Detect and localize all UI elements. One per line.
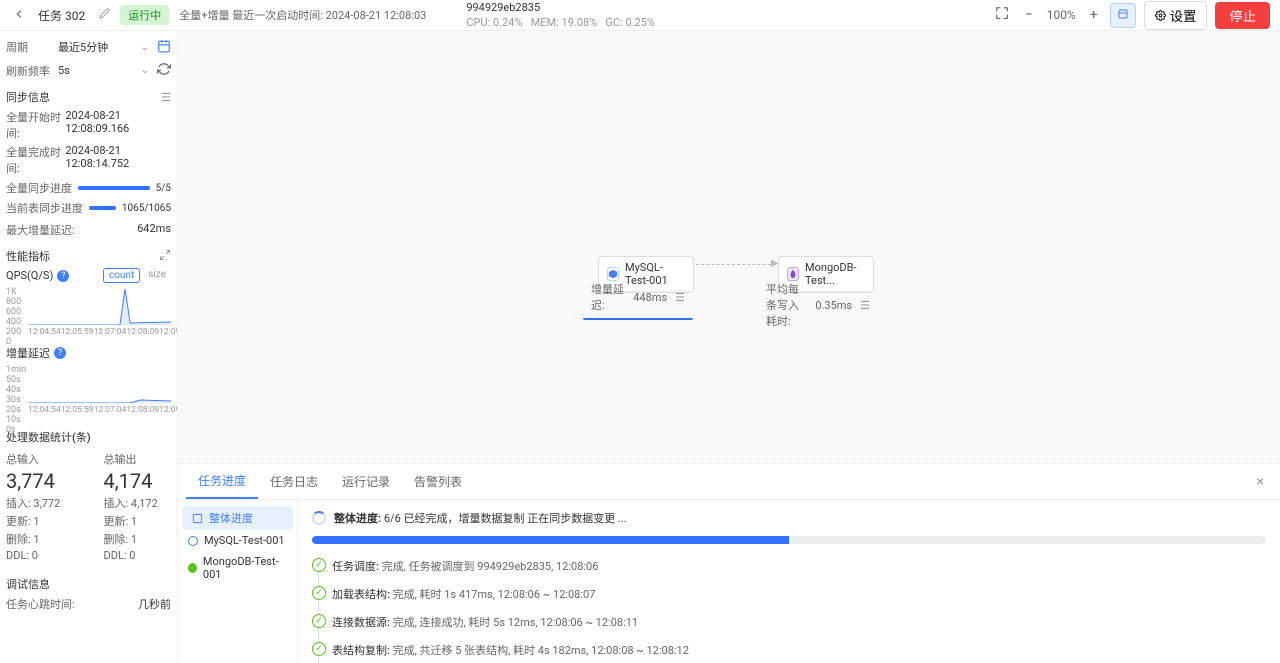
debug-title: 调试信息 [6, 576, 50, 592]
menu-icon[interactable]: ☰ [860, 299, 870, 312]
fit-screen-icon[interactable] [991, 6, 1013, 24]
tab-alerts[interactable]: 告警列表 [402, 465, 474, 498]
delay-chart: 1min50s40s30s20s10s0s 12:04:5412:05:5912… [6, 365, 171, 415]
mode-text: 全量+增量 最近一次启动时间: 2024-08-21 12:08:03 [179, 7, 426, 23]
step-status-icon: ✓ [312, 642, 326, 656]
zoom-out-button[interactable]: − [1021, 7, 1037, 23]
source-metrics: 增量延迟: 448ms☰ [583, 276, 693, 320]
total-input: 3,774 [6, 469, 74, 493]
panel-item-source[interactable]: MySQL-Test-001 [178, 530, 297, 551]
period-label: 周期 [6, 39, 50, 55]
total-output: 4,174 [104, 469, 172, 493]
close-icon[interactable]: × [1249, 470, 1272, 494]
task-title: 任务 302 [38, 7, 85, 24]
sync-info-title: 同步信息 [6, 89, 50, 105]
help-icon[interactable]: ? [57, 270, 69, 282]
delay-label: 增量延迟 [6, 345, 50, 361]
panel-item-overall[interactable]: 整体进度 [182, 506, 293, 530]
mysql-dot-icon [188, 536, 198, 546]
help-icon[interactable]: ? [54, 347, 66, 359]
menu-icon[interactable]: ☰ [161, 91, 171, 104]
back-button[interactable] [10, 5, 28, 26]
period-select[interactable]: 最近5分钟⌄ [56, 37, 151, 57]
target-metrics: 平均每条写入耗时: 0.35ms☰ [758, 276, 878, 334]
zoom-in-button[interactable]: + [1086, 7, 1102, 23]
menu-icon[interactable]: ☰ [675, 291, 685, 304]
step-status-icon: ✓ [312, 586, 326, 600]
view-mode-button[interactable] [1110, 3, 1136, 28]
refresh-select[interactable]: 5s⌄ [56, 62, 151, 79]
refresh-icon[interactable] [157, 62, 171, 79]
perf-title: 性能指标 [6, 248, 50, 264]
qps-label: QPS(Q/S) [6, 269, 53, 282]
refresh-label: 刷新频率 [6, 63, 50, 79]
calendar-icon[interactable] [157, 39, 171, 56]
bottom-panel: 任务进度 任务日志 运行记录 告警列表 × 整体进度 MySQL-Test-00… [178, 463, 1280, 663]
step-status-icon: ✓ [312, 614, 326, 628]
step-status-icon: ✓ [312, 558, 326, 572]
overall-progress-bar [312, 536, 1266, 544]
zoom-level: 100% [1047, 8, 1076, 22]
size-badge[interactable]: size [143, 268, 171, 283]
tab-logs[interactable]: 任务日志 [258, 465, 330, 498]
resource-info: 994929eb2835 CPU: 0.24% MEM: 19.08% GC: … [466, 1, 655, 29]
expand-icon[interactable] [159, 249, 171, 264]
table-progress-bar [89, 206, 116, 210]
spinner-icon [312, 511, 326, 525]
full-progress-bar [78, 186, 150, 190]
mongo-dot-icon [188, 563, 197, 573]
count-badge[interactable]: count [103, 268, 140, 283]
stop-button[interactable]: 停止 [1215, 2, 1270, 29]
tab-progress[interactable]: 任务进度 [186, 464, 258, 499]
status-badge: 运行中 [120, 5, 169, 25]
edit-icon[interactable] [99, 8, 110, 22]
settings-button[interactable]: 设置 [1144, 1, 1208, 30]
panel-item-target[interactable]: MongoDB-Test-001 [178, 551, 297, 585]
qps-chart: 1K8006004002000 12:04:5412:05:5912:07:04… [6, 287, 171, 337]
tab-history[interactable]: 运行记录 [330, 465, 402, 498]
